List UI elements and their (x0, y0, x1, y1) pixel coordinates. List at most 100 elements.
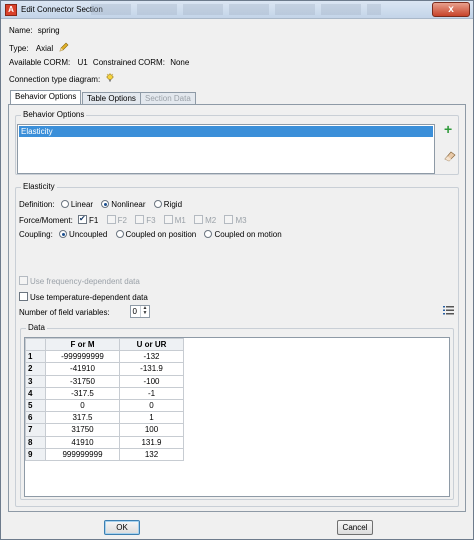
constrained-corm-label: Constrained CORM: (92, 58, 165, 67)
u-or-ur-cell[interactable]: 132 (119, 447, 184, 461)
moment-m2-checkbox: M2 (194, 215, 216, 225)
coupling-position-radio[interactable]: Coupled on position (115, 230, 196, 239)
f-or-m-cell[interactable]: -41910 (45, 362, 120, 376)
ok-button[interactable]: OK (104, 520, 140, 535)
type-row: Type: Axial (9, 42, 69, 53)
row-number-cell: 6 (25, 411, 46, 425)
f-or-m-cell[interactable]: 999999999 (45, 447, 120, 461)
row-number-cell: 8 (25, 435, 46, 449)
force-moment-row: Force/Moment: F1 F2 F3 M1 M2 M3 (19, 214, 253, 225)
lightbulb-icon[interactable] (105, 73, 115, 83)
elasticity-group: Elasticity Definition: Linear Nonlinear … (15, 182, 459, 507)
force-f3-checkbox: F3 (135, 215, 156, 225)
temperature-dependent-checkbox[interactable]: Use temperature-dependent data (19, 292, 148, 302)
force-f2-checkbox: F2 (106, 215, 127, 225)
corm-row: Available CORM: U1 Constrained CORM: Non… (9, 58, 189, 67)
f-or-m-cell[interactable]: -31750 (45, 374, 120, 388)
table-row[interactable]: 1 -999999999 -132 (25, 350, 184, 364)
edit-connector-section-dialog: A Edit Connector Section x Name: spring … (0, 0, 474, 540)
behavior-options-group-label: Behavior Options (21, 110, 87, 119)
f-or-m-cell[interactable]: -999999999 (45, 350, 120, 364)
elasticity-group-label: Elasticity (21, 182, 57, 191)
f-or-m-cell[interactable]: -317.5 (45, 386, 120, 400)
behavior-options-group: Behavior Options Elasticity + (15, 110, 459, 175)
tab-behavior-options[interactable]: Behavior Options (10, 90, 82, 105)
row-number-cell: 2 (25, 362, 46, 376)
table-row[interactable]: 7 31750 100 (25, 423, 184, 437)
table-row[interactable]: 9 999999999 132 (25, 447, 184, 461)
type-value: Axial (35, 44, 54, 53)
row-number-cell: 4 (25, 386, 46, 400)
type-label: Type: (9, 44, 29, 53)
column-header-u-or-ur[interactable]: U or UR (119, 337, 184, 352)
corm-label: Available CORM: (9, 58, 71, 67)
coupling-label: Coupling: (19, 230, 53, 239)
u-or-ur-cell[interactable]: -100 (119, 374, 184, 388)
constrained-corm-value: None (170, 58, 190, 67)
u-or-ur-cell[interactable]: 1 (119, 411, 184, 425)
behavior-options-panel: Behavior Options Elasticity + Elasticity… (8, 104, 466, 512)
titlebar-background-ghost (91, 4, 381, 15)
f-or-m-cell[interactable]: 31750 (45, 423, 120, 437)
u-or-ur-cell[interactable]: 100 (119, 423, 184, 437)
frequency-dependent-checkbox: Use frequency-dependent data (19, 276, 140, 286)
data-table-area[interactable]: F or M U or UR 1 -999999999 -132 2 -41910 -13… (24, 337, 450, 497)
close-button[interactable]: x (432, 2, 470, 17)
name-value: spring (37, 26, 60, 35)
table-corner-cell (25, 337, 46, 352)
table-row[interactable]: 8 41910 131.9 (25, 435, 184, 449)
row-number-cell: 5 (25, 398, 46, 413)
data-group: Data F or M U or UR 1 -999999999 -132 2 -419… (20, 323, 454, 500)
table-row[interactable]: 6 317.5 1 (25, 411, 184, 425)
title-bar[interactable]: A Edit Connector Section x (1, 1, 473, 19)
spinner-arrows-icon[interactable]: ▲ ▼ (140, 306, 149, 317)
field-variables-spinner[interactable]: 0 ▲ ▼ (130, 305, 150, 318)
corm-value: U1 (77, 58, 88, 67)
row-number-cell: 1 (25, 350, 46, 364)
diagram-row: Connection type diagram: (9, 73, 115, 84)
definition-rigid-radio[interactable]: Rigid (153, 200, 182, 209)
u-or-ur-cell[interactable]: -1 (119, 386, 184, 400)
row-number-cell: 7 (25, 423, 46, 437)
eraser-icon[interactable] (443, 150, 457, 164)
force-f1-checkbox[interactable]: F1 (78, 214, 98, 225)
row-number-cell: 3 (25, 374, 46, 388)
behavior-list[interactable]: Elasticity (17, 124, 435, 174)
force-moment-label: Force/Moment: (19, 216, 73, 225)
definition-row: Definition: Linear Nonlinear Rigid (19, 200, 188, 209)
table-options-icon[interactable] (443, 305, 455, 317)
pencil-icon[interactable] (59, 42, 69, 52)
connection-diagram-label: Connection type diagram: (9, 75, 101, 84)
add-behavior-icon[interactable]: + (444, 122, 456, 136)
row-number-cell: 9 (25, 447, 46, 461)
data-group-label: Data (26, 323, 47, 332)
definition-nonlinear-radio[interactable]: Nonlinear (101, 200, 146, 209)
u-or-ur-cell[interactable]: 0 (119, 398, 184, 413)
u-or-ur-cell[interactable]: -132 (119, 350, 184, 364)
data-table[interactable]: F or M U or UR 1 -999999999 -132 2 -41910 -13… (25, 337, 184, 461)
u-or-ur-cell[interactable]: 131.9 (119, 435, 184, 449)
moment-m1-checkbox: M1 (163, 215, 186, 225)
field-variables-value: 0 (132, 307, 137, 316)
app-icon: A (5, 4, 17, 16)
definition-label: Definition: (19, 200, 55, 209)
coupling-uncoupled-radio[interactable]: Uncoupled (59, 230, 107, 239)
coupling-row: Coupling: Uncoupled Coupled on position … (19, 230, 288, 239)
name-row: Name: spring (9, 26, 60, 35)
coupling-motion-radio[interactable]: Coupled on motion (204, 230, 282, 239)
list-item-elasticity[interactable]: Elasticity (19, 126, 433, 137)
column-header-f-or-m[interactable]: F or M (45, 337, 120, 352)
table-row[interactable]: 4 -317.5 -1 (25, 386, 184, 400)
f-or-m-cell[interactable]: 41910 (45, 435, 120, 449)
field-variables-label: Number of field variables: (19, 308, 110, 317)
table-row[interactable]: 500 (25, 398, 184, 413)
f-or-m-cell[interactable]: 0 (45, 398, 120, 413)
name-label: Name: (9, 26, 33, 35)
table-row[interactable]: 3 -31750 -100 (25, 374, 184, 388)
cancel-button[interactable]: Cancel (337, 520, 373, 535)
moment-m3-checkbox: M3 (224, 215, 247, 225)
definition-linear-radio[interactable]: Linear (60, 200, 93, 209)
table-row[interactable]: 2 -41910 -131.9 (25, 362, 184, 376)
u-or-ur-cell[interactable]: -131.9 (119, 362, 184, 376)
f-or-m-cell[interactable]: 317.5 (45, 411, 120, 425)
